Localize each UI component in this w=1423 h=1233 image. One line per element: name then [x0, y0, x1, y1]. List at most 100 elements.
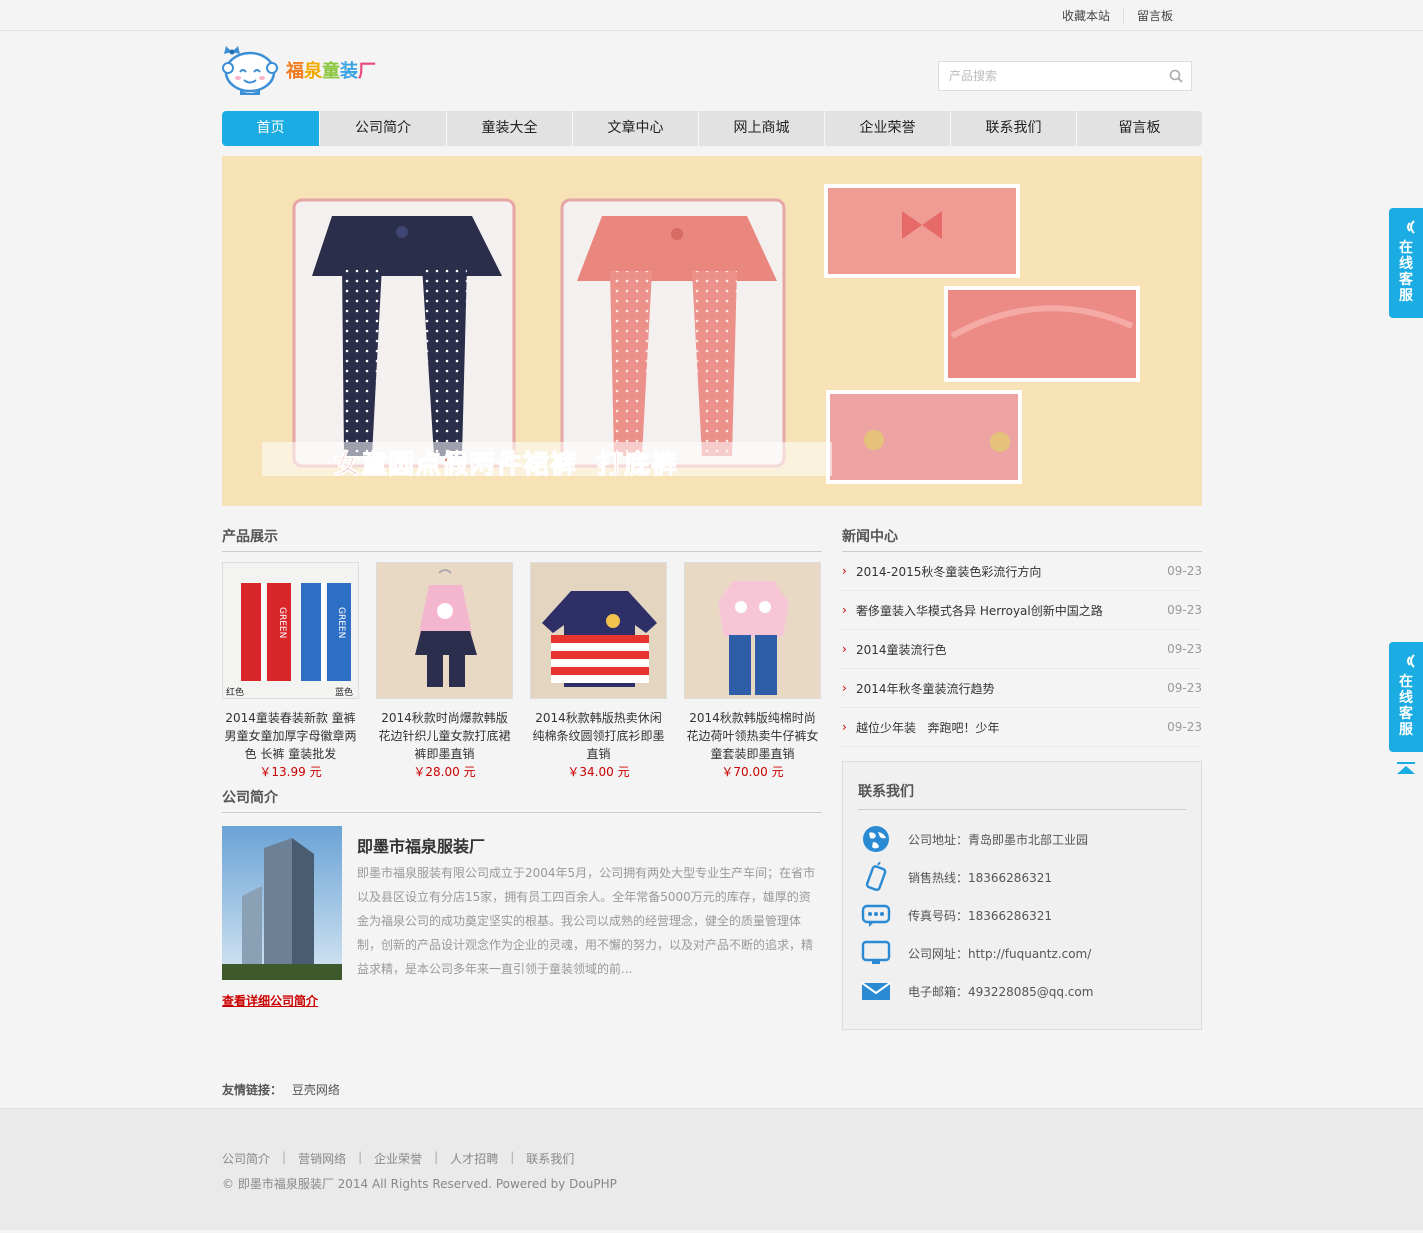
contact-text[interactable]: 公司网址：http://fuquantz.com/ [908, 945, 1091, 962]
contact-text: 传真号码：18366286321 [908, 908, 1052, 923]
footer-link[interactable]: 企业荣誉 [374, 1150, 422, 1167]
news-section-title: 新闻中心 [842, 529, 898, 545]
company-building-image [222, 826, 342, 980]
chevron-right-icon: › [842, 603, 847, 617]
product-title[interactable]: 2014秋款韩版热卖休闲纯棉条纹圆领打底衫即墨直销 [530, 709, 667, 763]
product-print-text: GREEN [336, 607, 346, 638]
product-image[interactable]: GREEN GREEN 红色 蓝色 [222, 562, 359, 699]
product-title[interactable]: 2014童装春装新款 童裤男童女童加厚字母徽章两色 长裤 童装批发 [222, 709, 359, 763]
footer-link[interactable]: 联系我们 [526, 1150, 574, 1167]
contact-website: 公司网址：http://fuquantz.com/ [859, 937, 1091, 969]
online-service-label: 在线客服 [1399, 674, 1413, 738]
main-nav: 首页 公司简介 童装大全 文章中心 网上商城 企业荣誉 联系我们 留言板 [222, 111, 1202, 146]
contact-email: 电子邮箱：493228085@qq.com [859, 975, 1093, 1007]
footer-separator: | [510, 1150, 515, 1164]
online-service-button[interactable]: 在线客服 [1389, 208, 1423, 318]
product-photo [377, 563, 512, 698]
news-item[interactable]: › 2014年秋冬童装流行趋势 09-23 [842, 669, 1202, 708]
contact-fax: 传真号码：18366286321 [859, 899, 1052, 931]
footer-separator: | [282, 1150, 287, 1164]
signal-waves-icon [1407, 220, 1415, 234]
top-links: 收藏本站 留言板 [1049, 0, 1186, 31]
contact-text: 销售热线：18366286321 [908, 870, 1052, 885]
news-title[interactable]: 2014年秋冬童装流行趋势 [856, 680, 1162, 697]
signal-waves-icon [1407, 654, 1415, 668]
top-bar: 收藏本站 留言板 [0, 0, 1423, 31]
footer-link[interactable]: 人才招聘 [450, 1150, 498, 1167]
chevron-right-icon: › [842, 642, 847, 656]
footer-nav: 公司简介 | 营销网络 | 企业荣誉 | 人才招聘 | 联系我们 [222, 1150, 574, 1167]
product-price: ￥34.00 元 [567, 765, 630, 779]
logo-char: 福 [286, 61, 304, 82]
product-image[interactable] [376, 562, 513, 699]
product-photo [531, 563, 666, 698]
product-image[interactable] [530, 562, 667, 699]
news-date: 09-23 [1167, 720, 1202, 734]
news-date: 09-23 [1167, 681, 1202, 695]
news-date: 09-23 [1167, 642, 1202, 656]
news-item[interactable]: › 越位少年装 奔跑吧！少年 09-23 [842, 708, 1202, 747]
banner-caption: 女童圆点假两件裙裤 打底裤 [333, 450, 679, 481]
product-card[interactable]: 2014秋款时尚爆款韩版花边针织儿童女款打底裙裤即墨直销 ￥28.00 元 [376, 562, 513, 781]
contact-text[interactable]: 电子邮箱：493228085@qq.com [908, 983, 1093, 1000]
logo-text: 福泉童装厂 [286, 57, 376, 83]
building-photo [222, 826, 342, 980]
footer-link[interactable]: 营销网络 [298, 1150, 346, 1167]
contact-text: 公司地址：青岛即墨市北部工业园 [908, 832, 1089, 847]
site-logo[interactable]: 福泉童装厂 [222, 44, 392, 96]
product-price: ￥13.99 元 [259, 765, 322, 779]
online-service-button-2[interactable]: 在线客服 [1389, 642, 1423, 752]
nav-item-contact[interactable]: 联系我们 [951, 111, 1077, 146]
product-price: ￥70.00 元 [721, 765, 784, 779]
news-title[interactable]: 奢侈童装入华模式各异 Herroyal创新中国之路 [856, 602, 1162, 619]
logo-char: 装 [340, 61, 358, 82]
mobile-phone-icon [859, 861, 893, 893]
chevron-right-icon: › [842, 720, 847, 734]
news-title[interactable]: 2014童装流行色 [856, 641, 1162, 658]
bookmark-link[interactable]: 收藏本站 [1049, 7, 1123, 24]
guestbook-link[interactable]: 留言板 [1124, 7, 1186, 24]
contact-divider [858, 809, 1186, 810]
nav-item-products[interactable]: 童装大全 [447, 111, 573, 146]
news-title[interactable]: 2014-2015秋冬童装色彩流行方向 [856, 563, 1162, 580]
product-card[interactable]: GREEN GREEN 红色 蓝色 2014童装春装新款 童裤男童女童加厚字母徽… [222, 562, 359, 781]
news-item[interactable]: › 2014童装流行色 09-23 [842, 630, 1202, 669]
contact-box: 联系我们 公司地址：青岛即墨市北部工业园 销售热线：18366286321 传真… [842, 761, 1202, 1030]
news-date: 09-23 [1167, 564, 1202, 578]
nav-item-articles[interactable]: 文章中心 [573, 111, 699, 146]
nav-item-shop[interactable]: 网上商城 [699, 111, 825, 146]
back-to-top-button[interactable] [1389, 752, 1423, 784]
news-title[interactable]: 越位少年装 奔跑吧！少年 [856, 719, 1162, 736]
product-photo [685, 563, 820, 698]
arrow-up-icon [1397, 762, 1415, 774]
product-price: ￥28.00 元 [413, 765, 476, 779]
search-icon[interactable] [1169, 69, 1183, 83]
nav-item-home[interactable]: 首页 [222, 111, 320, 146]
nav-item-about[interactable]: 公司简介 [320, 111, 447, 146]
products-divider [222, 551, 822, 552]
footer-separator: | [358, 1150, 363, 1164]
about-divider [222, 812, 822, 813]
product-image[interactable] [684, 562, 821, 699]
product-card[interactable]: 2014秋款韩版热卖休闲纯棉条纹圆领打底衫即墨直销 ￥34.00 元 [530, 562, 667, 781]
copyright: © 即墨市福泉服装厂 2014 All Rights Reserved. Pow… [222, 1177, 617, 1191]
product-print-text: GREEN [277, 607, 287, 638]
product-card[interactable]: 2014秋款韩版纯棉时尚花边荷叶领热卖牛仔裤女童套装即墨直销 ￥70.00 元 [684, 562, 821, 781]
contact-title: 联系我们 [858, 784, 914, 800]
product-title[interactable]: 2014秋款韩版纯棉时尚花边荷叶领热卖牛仔裤女童套装即墨直销 [684, 709, 821, 763]
chevron-right-icon: › [842, 681, 847, 695]
product-title[interactable]: 2014秋款时尚爆款韩版花边针织儿童女款打底裙裤即墨直销 [376, 709, 513, 763]
nav-item-guestbook[interactable]: 留言板 [1077, 111, 1202, 146]
footer-separator: | [434, 1150, 439, 1164]
footer: 公司简介 | 营销网络 | 企业荣誉 | 人才招聘 | 联系我们 © 即墨市福泉服装厂 … [0, 1108, 1423, 1230]
footer-link[interactable]: 公司简介 [222, 1150, 270, 1167]
nav-item-honors[interactable]: 企业荣誉 [825, 111, 951, 146]
search-input[interactable] [939, 62, 1159, 90]
search-box [938, 61, 1192, 91]
news-item[interactable]: › 2014-2015秋冬童装色彩流行方向 09-23 [842, 552, 1202, 591]
friend-link[interactable]: 豆壳网络 [292, 1083, 340, 1097]
hero-banner[interactable]: 女童圆点假两件裙裤 打底裤 [222, 156, 1202, 506]
news-item[interactable]: › 奢侈童装入华模式各异 Herroyal创新中国之路 09-23 [842, 591, 1202, 630]
company-intro-more-link[interactable]: 查看详细公司简介 [222, 992, 318, 1009]
logo-char: 童 [322, 61, 340, 82]
